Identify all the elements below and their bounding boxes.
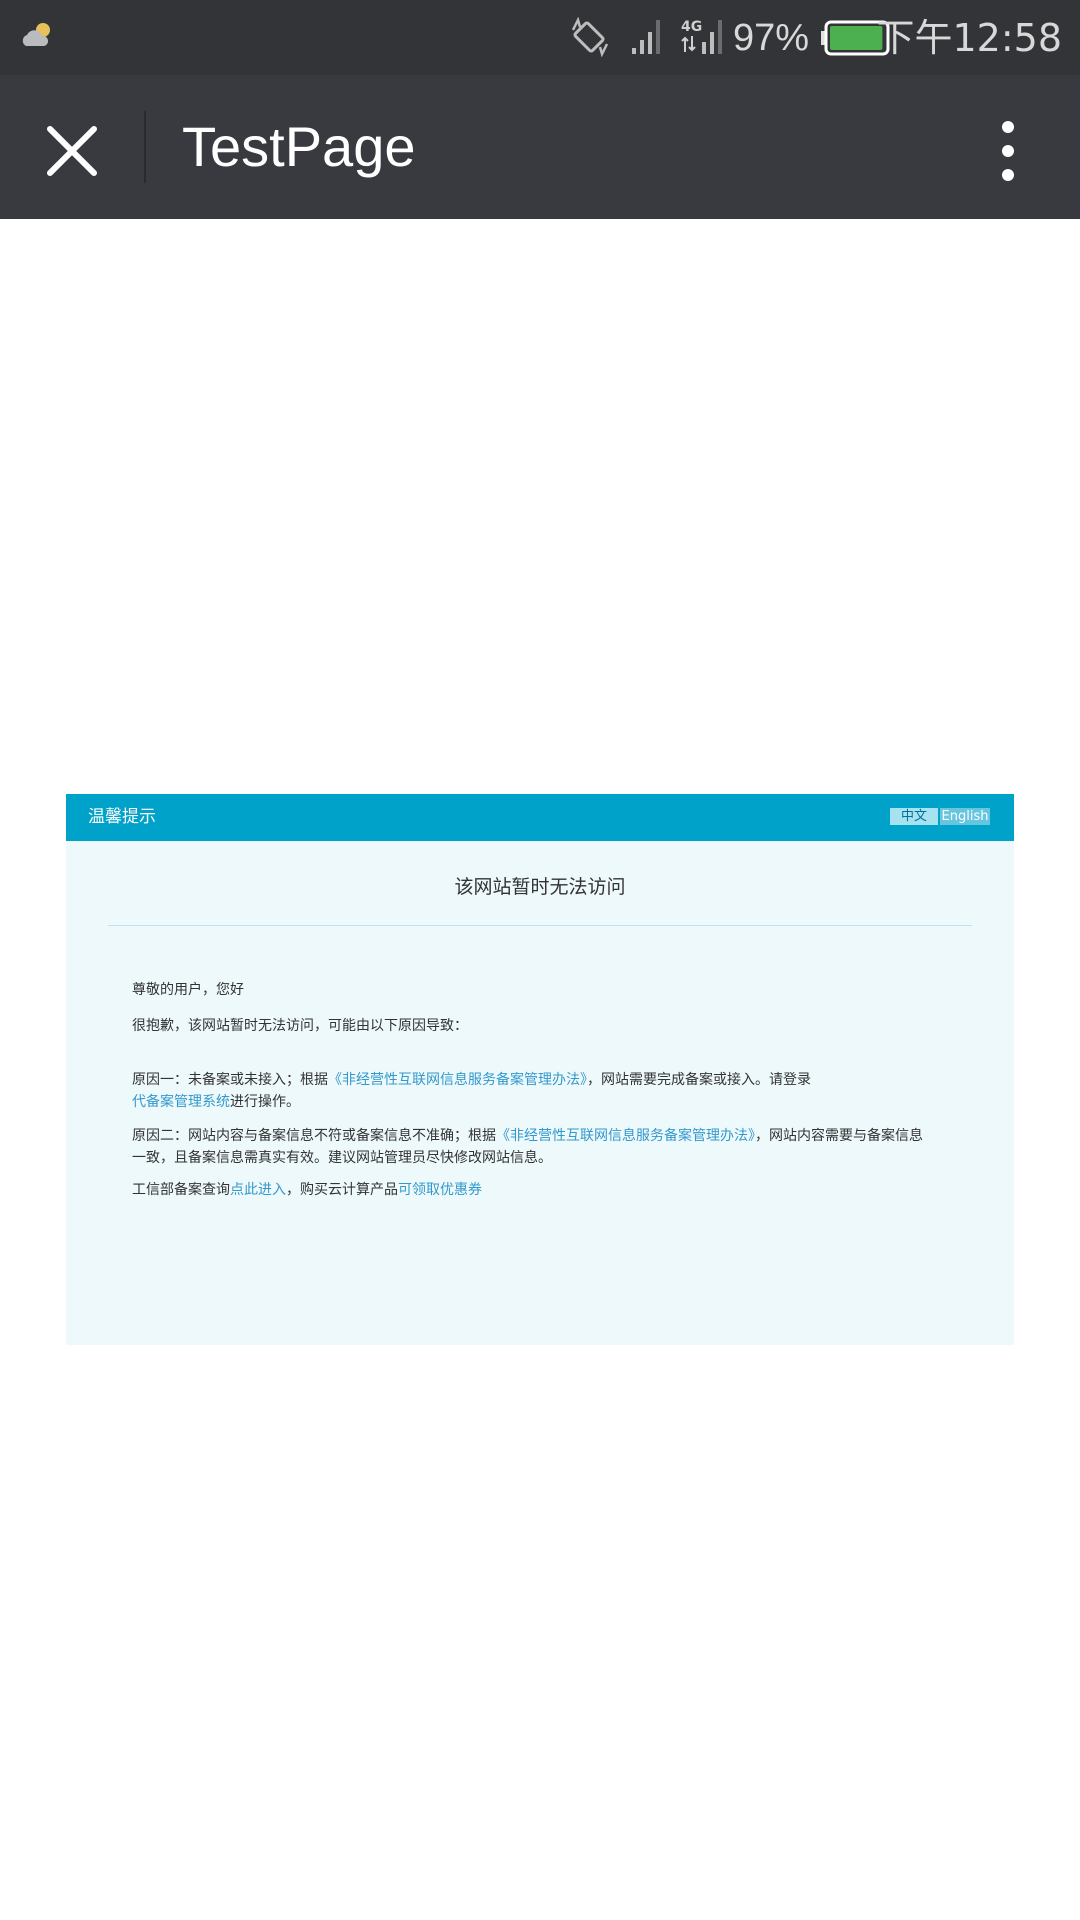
reason-one: 原因一：未备案或未接入；根据《非经营性互联网信息服务备案管理办法》，网站需要完成… <box>132 1069 932 1113</box>
notice-header: 温馨提示 中文 English <box>66 794 1014 841</box>
reason-two-prefix: 原因二：网站内容与备案信息不符或备案信息不准确；根据 <box>132 1128 496 1144</box>
battery-percentage: 97% <box>733 17 810 59</box>
enter-here-link[interactable]: 点此进入 <box>230 1182 286 1198</box>
notice-divider <box>108 925 972 926</box>
clock: 下午12:58 <box>876 16 1062 60</box>
reason-one-suffix: 进行操作。 <box>230 1094 300 1110</box>
notice-card: 温馨提示 中文 English 该网站暂时无法访问 尊敬的用户，您好 很抱歉，该… <box>66 794 1014 1345</box>
filing-query: 工信部备案查询点此进入，购买云计算产品可领取优惠券 <box>132 1179 482 1201</box>
lang-chinese-button[interactable]: 中文 <box>890 808 938 825</box>
apology-text: 很抱歉，该网站暂时无法访问，可能由以下原因导致： <box>132 1018 468 1034</box>
more-dot <box>1002 121 1014 133</box>
app-bar-divider <box>144 111 146 183</box>
lang-english-button[interactable]: English <box>940 808 990 825</box>
close-icon[interactable] <box>36 115 108 187</box>
language-switch: 中文 English <box>890 808 990 825</box>
network-type-label: 4G <box>681 19 702 35</box>
reason-one-middle: ，网站需要完成备案或接入。请登录 <box>587 1072 811 1088</box>
reason-one-prefix: 原因一：未备案或未接入；根据 <box>132 1072 328 1088</box>
battery-fill <box>830 26 883 50</box>
reason-two: 原因二：网站内容与备案信息不符或备案信息不准确；根据《非经营性互联网信息服务备案… <box>132 1125 932 1169</box>
page-title: TestPage <box>182 115 416 178</box>
filing-query-middle: ，购买云计算产品 <box>286 1182 398 1198</box>
notice-header-title: 温馨提示 <box>88 807 156 827</box>
app-bar: TestPage <box>0 75 1080 219</box>
coupon-link[interactable]: 可领取优惠券 <box>398 1182 482 1198</box>
filing-system-link[interactable]: 代备案管理系统 <box>132 1094 230 1110</box>
more-dot <box>1002 145 1014 157</box>
notice-title: 该网站暂时无法访问 <box>454 876 626 898</box>
weather-partly-cloudy-icon <box>22 23 50 46</box>
filing-query-prefix: 工信部备案查询 <box>132 1182 230 1198</box>
screen-rotation-icon <box>571 17 609 57</box>
network-4g-icon: 4G <box>681 19 722 54</box>
more-dot <box>1002 169 1014 181</box>
regulation-link[interactable]: 《非经营性互联网信息服务备案管理办法》 <box>496 1128 755 1144</box>
status-bar: 4G 97% 下午12:58 <box>0 0 1080 75</box>
signal-icon <box>632 20 660 54</box>
more-vertical-icon[interactable] <box>988 115 1028 187</box>
greeting-text: 尊敬的用户，您好 <box>132 982 244 998</box>
regulation-link[interactable]: 《非经营性互联网信息服务备案管理办法》 <box>328 1072 587 1088</box>
web-content: 温馨提示 中文 English 该网站暂时无法访问 尊敬的用户，您好 很抱歉，该… <box>0 219 1080 1920</box>
